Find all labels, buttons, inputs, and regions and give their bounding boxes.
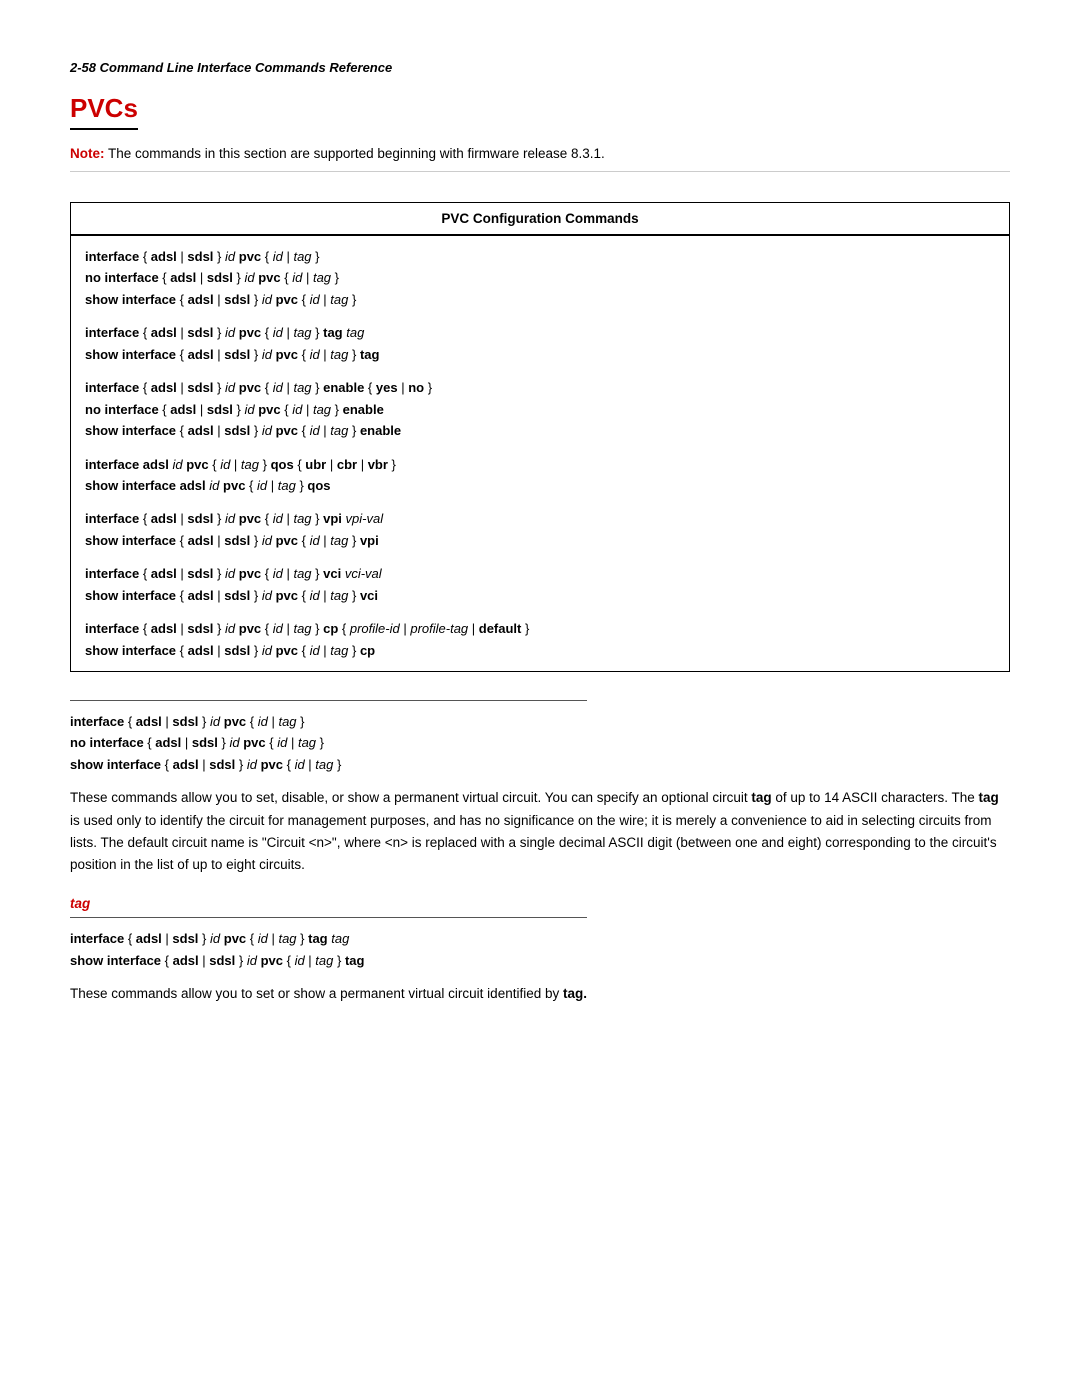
cmd-line: show interface { adsl | sdsl } id pvc { … — [85, 344, 995, 365]
section-title: PVCs — [70, 93, 138, 130]
cmd-line: show interface { adsl | sdsl } id pvc { … — [85, 585, 995, 606]
cmd-line: interface adsl id pvc { id | tag } qos {… — [85, 454, 995, 475]
cmd-block-section1: interface { adsl | sdsl } id pvc { id | … — [70, 711, 1010, 775]
cmd-line: interface { adsl | sdsl } id pvc { id | … — [85, 618, 995, 639]
cmd-group-4: interface adsl id pvc { id | tag } qos {… — [85, 454, 995, 497]
cmd-line: no interface { adsl | sdsl } id pvc { id… — [85, 267, 995, 288]
cmd-line: show interface { adsl | sdsl } id pvc { … — [70, 950, 1010, 971]
cmd-group-1: interface { adsl | sdsl } id pvc { id | … — [85, 246, 995, 310]
section-divider-1 — [70, 700, 587, 701]
cmd-line: interface { adsl | sdsl } id pvc { id | … — [85, 508, 995, 529]
cmd-group-5: interface { adsl | sdsl } id pvc { id | … — [85, 508, 995, 551]
page-header: 2-58 Command Line Interface Commands Ref… — [70, 60, 1010, 75]
cmd-line: show interface { adsl | sdsl } id pvc { … — [85, 640, 995, 661]
cmd-line: show interface { adsl | sdsl } id pvc { … — [85, 420, 995, 441]
cmd-line: no interface { adsl | sdsl } id pvc { id… — [85, 399, 995, 420]
cmd-group-2: interface { adsl | sdsl } id pvc { id | … — [85, 322, 995, 365]
cmd-line: interface { adsl | sdsl } id pvc { id | … — [70, 711, 1010, 732]
cmd-group-6: interface { adsl | sdsl } id pvc { id | … — [85, 563, 995, 606]
table-header: PVC Configuration Commands — [71, 203, 1010, 236]
cmd-line: show interface { adsl | sdsl } id pvc { … — [70, 754, 1010, 775]
cmd-line: interface { adsl | sdsl } id pvc { id | … — [85, 563, 995, 584]
cmd-line: interface { adsl | sdsl } id pvc { id | … — [85, 322, 995, 343]
cmd-group-3: interface { adsl | sdsl } id pvc { id | … — [85, 377, 995, 441]
cmd-line: interface { adsl | sdsl } id pvc { id | … — [70, 928, 1010, 949]
cmd-line: no interface { adsl | sdsl } id pvc { id… — [70, 732, 1010, 753]
note-label: Note: — [70, 146, 105, 161]
table-body: interface { adsl | sdsl } id pvc { id | … — [71, 235, 1010, 672]
cmd-block-section2: interface { adsl | sdsl } id pvc { id | … — [70, 928, 1010, 971]
cmd-line: show interface { adsl | sdsl } id pvc { … — [85, 530, 995, 551]
note-text: The commands in this section are support… — [108, 146, 605, 161]
cmd-group-7: interface { adsl | sdsl } id pvc { id | … — [85, 618, 995, 661]
cmd-line: show interface { adsl | sdsl } id pvc { … — [85, 289, 995, 310]
section-divider-2 — [70, 917, 587, 918]
subsection-tag-title: tag — [70, 896, 1010, 911]
pvc-config-table: PVC Configuration Commands interface { a… — [70, 202, 1010, 672]
note-box: Note: The commands in this section are s… — [70, 146, 1010, 172]
cmd-line: show interface adsl id pvc { id | tag } … — [85, 475, 995, 496]
section1-description: These commands allow you to set, disable… — [70, 787, 1010, 876]
section2-description: These commands allow you to set or show … — [70, 983, 1010, 1005]
cmd-line: interface { adsl | sdsl } id pvc { id | … — [85, 377, 995, 398]
cmd-line: interface { adsl | sdsl } id pvc { id | … — [85, 246, 995, 267]
